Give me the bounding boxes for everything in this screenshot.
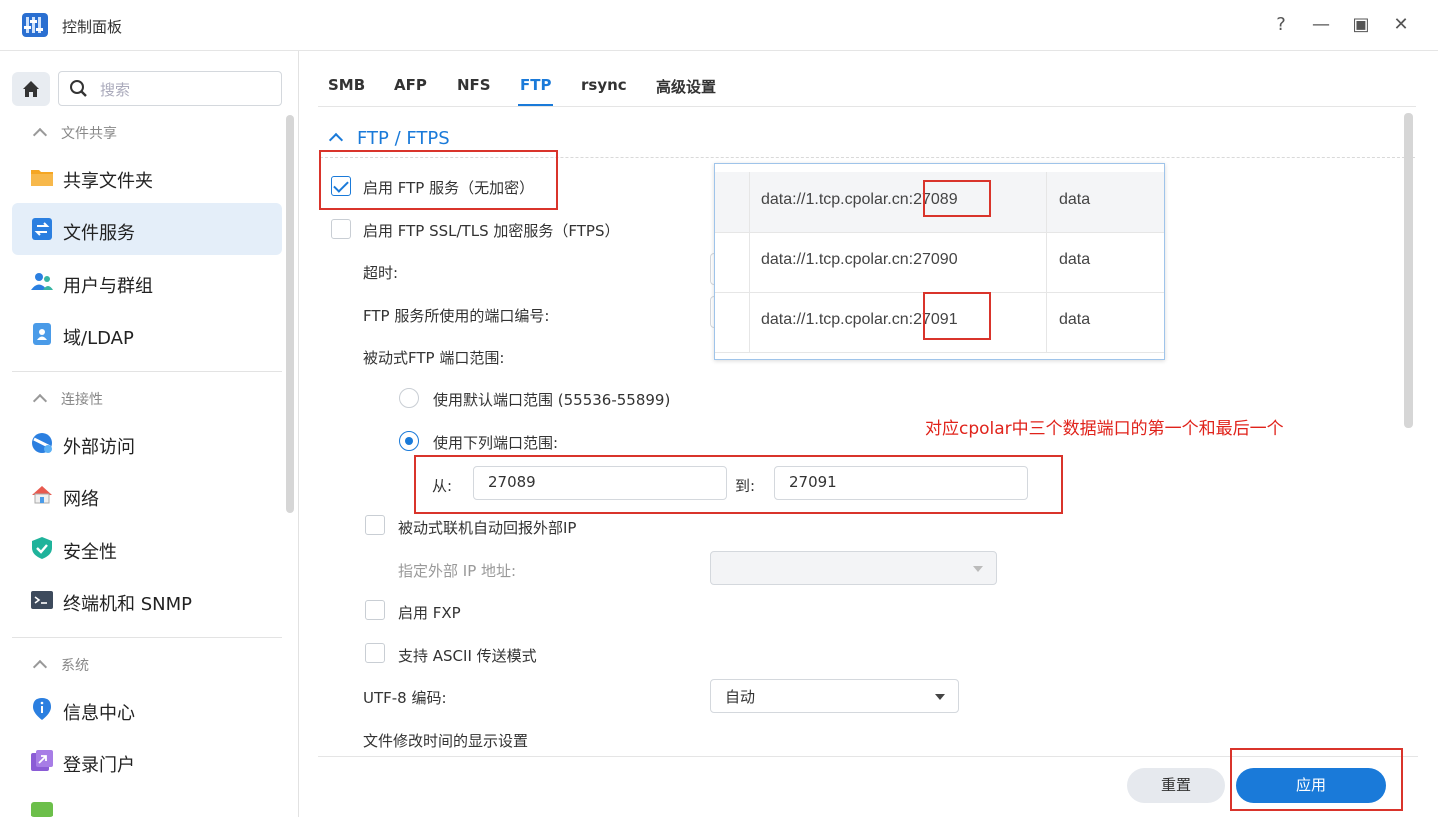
shield-icon [30, 536, 54, 560]
tab-afp[interactable]: AFP [394, 76, 427, 94]
enable-ftps-checkbox[interactable] [331, 219, 351, 239]
highlight-box-last-port [923, 292, 991, 340]
highlight-box-apply [1230, 748, 1403, 811]
login-portal-icon [30, 749, 54, 773]
port-label: FTP 服务所使用的端口编号: [363, 307, 550, 325]
sidebar-item-label: 域/LDAP [63, 328, 134, 349]
ascii-mode-checkbox[interactable] [365, 643, 385, 663]
sidebar-item-label: 安全性 [63, 542, 117, 563]
file-services-icon [30, 217, 54, 241]
default-range-radio[interactable] [399, 388, 419, 408]
utf8-select-value: 自动 [725, 688, 756, 706]
window-title: 控制面板 [62, 18, 123, 36]
divider [12, 371, 282, 372]
search-input[interactable] [58, 71, 282, 106]
tab-ftp[interactable]: FTP [520, 76, 551, 94]
group-header-connectivity[interactable]: 连接性 [32, 389, 103, 409]
sidebar-item-label: 用户与群组 [63, 276, 153, 297]
tunnel-address: data://1.tcp.cpolar.cn: [761, 251, 914, 268]
minimize-button[interactable]: — [1309, 14, 1333, 35]
home-icon [23, 81, 39, 97]
terminal-icon [30, 588, 54, 612]
tunnel-port: 27090 [913, 251, 958, 268]
group-header-system[interactable]: 系统 [32, 655, 89, 675]
sidebar-item-label: 文件服务 [63, 223, 135, 244]
sidebar-item-label: 网络 [63, 489, 99, 510]
default-range-label: 使用默认端口范围 (55536-55899) [433, 391, 671, 409]
group-header-file-sharing[interactable]: 文件共享 [32, 123, 117, 143]
annotation-text: 对应cpolar中三个数据端口的第一个和最后一个 [925, 419, 1284, 439]
highlight-box-first-port [923, 180, 991, 217]
mtime-display-label: 文件修改时间的显示设置 [363, 732, 529, 750]
content-scrollbar[interactable] [1404, 113, 1413, 428]
external-ip-select[interactable] [710, 551, 997, 585]
sidebar-item-label: 外部访问 [63, 437, 135, 458]
enable-fxp-label: 启用 FXP [398, 604, 461, 622]
utf8-select[interactable]: 自动 [710, 679, 959, 713]
table-row: data://1.tcp.cpolar.cn:27090 data [715, 232, 1164, 293]
help-button[interactable]: ? [1269, 14, 1293, 35]
tunnel-type: data [1059, 251, 1091, 268]
highlight-box-enable-ftp [319, 150, 558, 210]
ascii-mode-label: 支持 ASCII 传送模式 [398, 647, 537, 665]
folder-icon [30, 165, 54, 189]
chevron-up-icon [328, 132, 344, 148]
control-panel-icon [20, 10, 50, 40]
tunnel-address: data://1.tcp.cpolar.cn: [761, 311, 914, 328]
reset-button[interactable]: 重置 [1127, 768, 1225, 803]
sidebar-scrollbar[interactable] [286, 115, 294, 513]
timeout-label: 超时: [363, 264, 399, 282]
chevron-down-icon [973, 566, 983, 572]
search-placeholder: 搜索 [100, 81, 131, 99]
highlight-box-port-range [414, 455, 1063, 514]
sidebar-item-label: 信息中心 [63, 703, 135, 724]
passive-report-ip-checkbox[interactable] [365, 515, 385, 535]
tab-rsync[interactable]: rsync [581, 76, 627, 94]
section-ftp-ftps[interactable]: FTP / FTPS [328, 128, 450, 149]
sidebar-item-label: 登录门户 [63, 755, 135, 776]
passive-range-label: 被动式FTP 端口范围: [363, 349, 505, 367]
title-bar [0, 0, 1438, 51]
enable-fxp-checkbox[interactable] [365, 600, 385, 620]
sidebar-item-label: 终端机和 SNMP [63, 594, 192, 615]
tunnel-address: data://1.tcp.cpolar.cn: [761, 191, 914, 208]
info-icon [30, 697, 54, 721]
home-button[interactable] [12, 72, 50, 106]
sidebar-item-label: 共享文件夹 [63, 171, 153, 192]
tab-advanced[interactable]: 高级设置 [656, 76, 716, 97]
passive-report-ip-label: 被动式联机自动回报外部IP [398, 519, 577, 537]
tabs-divider [318, 106, 1416, 107]
external-access-icon [30, 431, 54, 455]
users-icon [30, 270, 54, 294]
utf8-label: UTF-8 编码: [363, 689, 447, 707]
maximize-button[interactable]: ▣ [1349, 14, 1373, 35]
partially-visible-icon [30, 801, 54, 817]
chevron-down-icon [935, 694, 945, 700]
custom-range-label: 使用下列端口范围: [433, 434, 559, 452]
tunnel-type: data [1059, 191, 1091, 208]
active-tab-indicator [518, 104, 553, 106]
network-icon [30, 483, 54, 507]
enable-ftps-label: 启用 FTP SSL/TLS 加密服务（FTPS） [363, 222, 620, 240]
divider [12, 637, 282, 638]
close-button[interactable]: ✕ [1389, 14, 1413, 35]
domain-icon [30, 322, 54, 346]
external-ip-label: 指定外部 IP 地址: [398, 562, 517, 580]
custom-range-radio[interactable] [399, 431, 419, 451]
search-icon [70, 80, 87, 97]
tab-nfs[interactable]: NFS [457, 76, 491, 94]
tab-smb[interactable]: SMB [328, 76, 365, 94]
tunnel-type: data [1059, 311, 1091, 328]
